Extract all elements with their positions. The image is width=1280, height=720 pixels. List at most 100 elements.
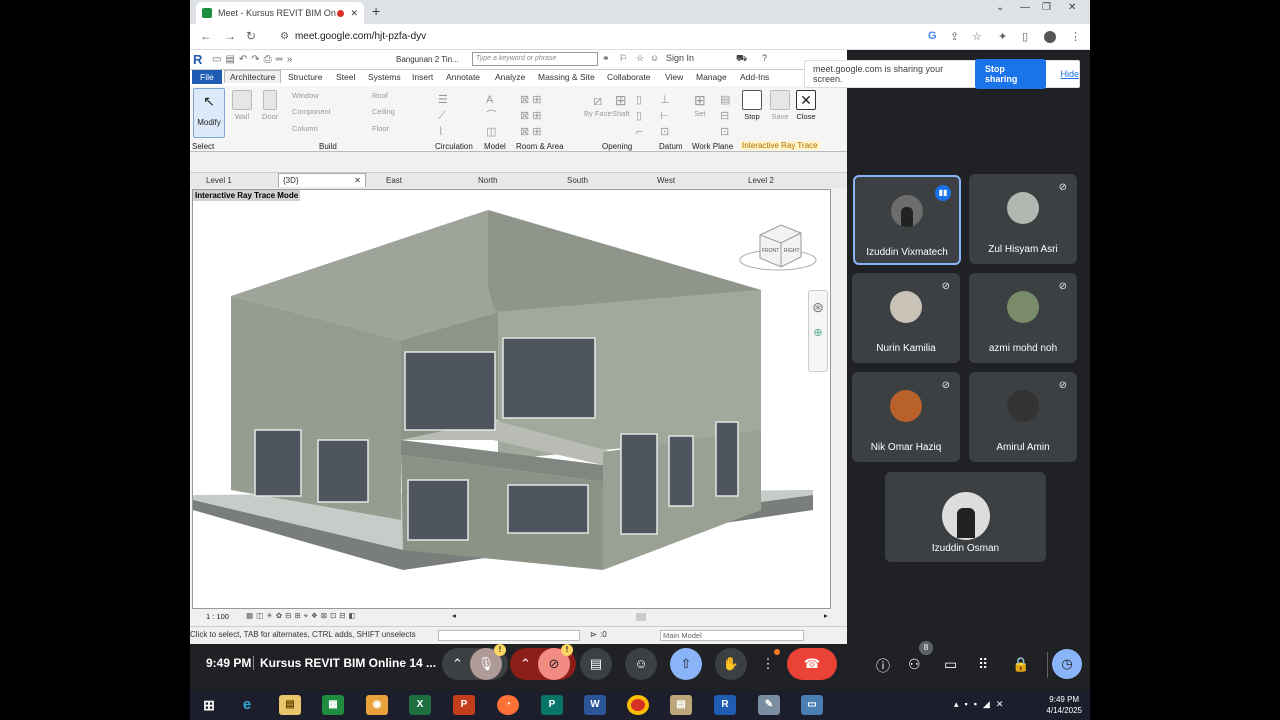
app-icon[interactable]: ◉ xyxy=(366,695,388,715)
design-option-combo[interactable]: Main Model xyxy=(660,630,804,641)
clock[interactable]: 9:49 PM 4/14/2025 xyxy=(1046,694,1082,716)
site-info-icon[interactable]: ⚙ xyxy=(280,31,289,42)
user-icon[interactable]: ☺ xyxy=(650,53,659,63)
side-panel-icon[interactable]: ▯ xyxy=(1022,30,1028,43)
tab-close-icon[interactable]: ✕ xyxy=(350,8,358,19)
browser-menu-icon[interactable]: ⋮ xyxy=(1070,30,1081,43)
room-area-panel-label[interactable]: Room & Area xyxy=(516,142,564,151)
captions-button[interactable]: ▤ xyxy=(580,648,612,680)
close-window-button[interactable]: ✕ xyxy=(1068,2,1076,13)
meeting-info-icon[interactable]: ⓘ xyxy=(876,656,890,676)
view-cube[interactable]: FRONT RIGHT xyxy=(739,224,817,271)
people-icon[interactable]: ⚇ xyxy=(908,656,921,673)
host-controls-icon[interactable]: 🔒 xyxy=(1012,656,1029,673)
stop-sharing-button[interactable]: Stop sharing xyxy=(974,59,1047,89)
favorites-star-icon[interactable]: ☆ xyxy=(636,53,644,64)
desktop-app-icon[interactable]: ▭ xyxy=(801,695,823,715)
forward-icon[interactable]: → xyxy=(224,29,236,43)
model-icons[interactable]: A ⌒ ◫ xyxy=(486,92,497,140)
opening-icons[interactable]: ▯ ▯ ⌐ xyxy=(636,92,642,140)
bookmark-star-icon[interactable]: ☆ xyxy=(972,30,982,43)
vertical-scrollbar[interactable] xyxy=(832,189,844,609)
publisher-icon[interactable]: P xyxy=(541,695,563,715)
view-control-icons[interactable]: ▦◫☀✿⊟⊞⌖❖⊠⊡⊟◧ xyxy=(246,611,359,621)
component-button[interactable]: Component xyxy=(292,107,331,116)
datum-icons[interactable]: ⊥ ⊢ ⊡ xyxy=(660,92,670,140)
view-tab-level-2[interactable]: Level 2 xyxy=(748,176,774,185)
activities-icon[interactable]: ⠿ xyxy=(978,656,988,673)
browser-tab[interactable]: Meet - Kursus REVIT BIM On ✕ xyxy=(196,2,364,24)
participant-tile[interactable]: ⊘ Amirul Amin xyxy=(969,372,1077,462)
tab-view[interactable]: View xyxy=(665,72,683,82)
system-tray-icons[interactable]: ▴▪▪◢✕ xyxy=(954,699,1009,710)
view-tab-north[interactable]: North xyxy=(478,176,498,185)
tab-manage[interactable]: Manage xyxy=(696,72,727,82)
calculator-app-icon[interactable]: ▦ xyxy=(322,695,344,715)
close-button[interactable]: ✕ Close xyxy=(796,90,816,121)
tab-systems[interactable]: Systems xyxy=(368,72,401,82)
modify-button[interactable]: ↖ Modify xyxy=(193,88,225,138)
binoculars-icon[interactable]: ⚭ xyxy=(602,53,610,64)
tab-collaborate[interactable]: Collaborate xyxy=(607,72,650,82)
leave-call-button[interactable]: ☎ xyxy=(787,648,837,680)
selection-filter-icon[interactable]: ⊳ xyxy=(590,630,597,639)
tab-massing-site[interactable]: Massing & Site xyxy=(538,72,595,82)
work-plane-icons[interactable]: ▤ ⊟ ⊡ xyxy=(720,92,730,140)
tab-insert[interactable]: Insert xyxy=(412,72,433,82)
door-button[interactable]: Door xyxy=(262,90,278,121)
participant-tile[interactable]: ⊘ Nik Omar Haziq xyxy=(852,372,960,462)
scroll-right-icon[interactable]: ▸ xyxy=(824,611,828,620)
share-icon[interactable]: ⇪ xyxy=(950,30,959,43)
view-tab-south[interactable]: South xyxy=(567,176,588,185)
raise-hand-button[interactable]: ✋ xyxy=(715,648,747,680)
participant-tile[interactable]: ▮▮ Izuddin Vixmatech xyxy=(853,175,961,265)
window-button[interactable]: Window xyxy=(292,91,319,100)
save-button[interactable]: Save xyxy=(770,90,790,121)
scale-label[interactable]: 1 : 100 xyxy=(206,612,229,621)
cart-icon[interactable]: ⛟ xyxy=(736,53,747,65)
start-windows-icon[interactable]: ⊞ xyxy=(198,695,220,715)
select-panel-label[interactable]: Select xyxy=(192,142,214,151)
url-field[interactable]: ⚙ meet.google.com/hjt-pzfa-dyv xyxy=(280,28,1020,46)
room-area-icons[interactable]: ⊠ ⊞ ⊠ ⊞ ⊠ ⊞ xyxy=(520,92,542,140)
tab-search-chevron-icon[interactable]: ⌄ xyxy=(996,2,1004,13)
file-explorer-icon[interactable]: ▤ xyxy=(279,695,301,715)
timer-button[interactable]: ◷ xyxy=(1052,649,1082,679)
new-tab-button[interactable]: + xyxy=(372,3,380,19)
revit-taskbar-icon[interactable]: R xyxy=(714,695,736,715)
shaft-button[interactable]: ⊞ Shaft xyxy=(612,92,630,118)
powerpoint-icon[interactable]: P xyxy=(453,695,475,715)
participant-tile[interactable]: ⊘ azmi mohd noh xyxy=(969,273,1077,363)
excel-icon[interactable]: X xyxy=(409,695,431,715)
back-icon[interactable]: ← xyxy=(200,29,212,43)
tab-steel[interactable]: Steel xyxy=(336,72,355,82)
workset-combo[interactable] xyxy=(438,630,580,641)
hide-button[interactable]: Hide xyxy=(1060,69,1079,79)
tab-structure[interactable]: Structure xyxy=(288,72,323,82)
tab-add-ins[interactable]: Add-Ins xyxy=(740,72,769,82)
sign-in-link[interactable]: Sign In xyxy=(666,53,694,63)
by-face-button[interactable]: ⧄ By Face xyxy=(584,92,612,118)
tab-analyze[interactable]: Analyze xyxy=(495,72,525,82)
horizontal-scroll-thumb[interactable] xyxy=(636,613,646,621)
revit-logo-icon[interactable]: R xyxy=(193,52,202,67)
view-tab-level-1[interactable]: Level 1 xyxy=(206,176,232,185)
wall-button[interactable]: Wall xyxy=(232,90,252,121)
reload-icon[interactable]: ↻ xyxy=(246,29,256,43)
minimize-button[interactable]: — xyxy=(1020,2,1030,13)
quick-access-icons[interactable]: ▭▤↶↷⎙═» xyxy=(212,54,296,65)
view-tab-close-icon[interactable]: ✕ xyxy=(354,176,361,185)
column-button[interactable]: Column xyxy=(292,124,318,133)
scroll-left-icon[interactable]: ◂ xyxy=(452,611,456,620)
set-button[interactable]: ⊞ Set xyxy=(694,92,706,118)
chrome-icon[interactable] xyxy=(627,695,649,715)
tab-architecture[interactable]: Architecture xyxy=(224,70,282,83)
google-icon[interactable]: G xyxy=(928,30,937,42)
navigation-bar[interactable]: ⊛ ⊕ xyxy=(808,290,828,372)
view-tab-east[interactable]: East xyxy=(386,176,402,185)
word-icon[interactable]: W xyxy=(584,695,606,715)
view-tab-west[interactable]: West xyxy=(657,176,675,185)
subscription-icon[interactable]: ⚐ xyxy=(619,53,627,64)
profile-avatar[interactable] xyxy=(1044,31,1056,43)
present-button[interactable]: ⇧ xyxy=(670,648,702,680)
